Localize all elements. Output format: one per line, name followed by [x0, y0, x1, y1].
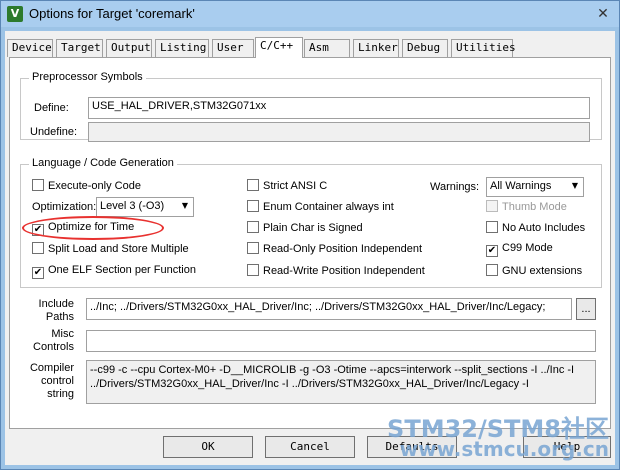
strict-ansi-label: Strict ANSI C — [263, 180, 328, 192]
include-label-line2: Paths — [45, 311, 74, 323]
checkbox-box — [247, 200, 259, 212]
define-label: Define: — [34, 102, 69, 114]
cancel-button[interactable]: Cancel — [265, 436, 355, 458]
undefine-label: Undefine: — [30, 126, 78, 138]
gnu-extensions-label: GNU extensions — [502, 265, 583, 277]
include-paths-input[interactable]: ../Inc; ../Drivers/STM32G0xx_HAL_Driver/… — [86, 298, 572, 320]
include-paths-label: Include Paths — [30, 298, 74, 324]
check-icon: ✔ — [32, 267, 44, 279]
include-label-line1: Include — [38, 298, 74, 310]
title-bar[interactable]: V Options for Target 'coremark' ✕ — [1, 1, 619, 27]
checkbox-box — [32, 242, 44, 254]
misc-label-line1: Misc — [51, 328, 74, 340]
misc-controls-input[interactable] — [86, 330, 596, 352]
checkbox-box — [486, 264, 498, 276]
check-icon: ✔ — [486, 245, 498, 257]
checkbox-box — [32, 179, 44, 191]
preprocessor-legend: Preprocessor Symbols — [29, 71, 146, 83]
optimize-time-label: Optimize for Time — [48, 221, 135, 233]
check-icon: ✔ — [32, 224, 44, 236]
plain-char-label: Plain Char is Signed — [263, 222, 363, 234]
window-title: Options for Target 'coremark' — [29, 6, 195, 21]
compiler-label-line3: string — [47, 388, 74, 400]
rw-position-label: Read-Write Position Independent — [263, 265, 425, 277]
language-legend: Language / Code Generation — [29, 157, 177, 169]
execute-only-label: Execute-only Code — [48, 180, 141, 192]
c-cpp-panel: Preprocessor Symbols Define: USE_HAL_DRI… — [9, 57, 611, 429]
rw-position-checkbox[interactable]: Read-Write Position Independent — [247, 264, 425, 277]
compiler-label-line2: control — [40, 375, 74, 387]
uvision-icon: V — [7, 6, 23, 22]
tab-c-cpp[interactable]: C/C++ — [255, 37, 303, 58]
checkbox-box — [247, 242, 259, 254]
include-paths-browse-button[interactable]: ... — [576, 298, 596, 320]
tab-utilities[interactable]: Utilities — [451, 39, 516, 57]
no-auto-includes-label: No Auto Includes — [502, 222, 586, 234]
misc-label-line2: Controls — [33, 341, 74, 353]
no-auto-includes-checkbox[interactable]: No Auto Includes — [486, 221, 585, 234]
compiler-string-textarea[interactable]: --c99 -c --cpu Cortex-M0+ -D__MICROLIB -… — [86, 360, 596, 404]
execute-only-checkbox[interactable]: Execute-only Code — [32, 179, 141, 192]
watermark-line2: www.stmcu.org.cn — [399, 437, 609, 461]
tab-asm[interactable]: Asm — [304, 39, 350, 57]
strict-ansi-checkbox[interactable]: Strict ANSI C — [247, 179, 327, 192]
tab-target[interactable]: Target — [56, 39, 103, 57]
dialog-client: Device Target Output Listing User C/C++ … — [5, 31, 615, 465]
one-elf-label: One ELF Section per Function — [48, 264, 196, 276]
optimization-select[interactable]: Level 3 (-O3) ▼ — [96, 197, 194, 217]
define-input[interactable]: USE_HAL_DRIVER,STM32G071xx — [88, 97, 590, 119]
compiler-string-line1: --c99 -c --cpu Cortex-M0+ -D__MICROLIB -… — [90, 364, 575, 376]
ok-button[interactable]: OK — [163, 436, 253, 458]
thumb-mode-label: Thumb Mode — [502, 201, 567, 213]
tab-listing[interactable]: Listing — [155, 39, 209, 57]
compiler-string-label: Compiler control string — [24, 362, 74, 401]
plain-char-checkbox[interactable]: Plain Char is Signed — [247, 221, 363, 234]
undefine-input[interactable] — [88, 122, 590, 142]
ro-position-checkbox[interactable]: Read-Only Position Independent — [247, 242, 422, 255]
checkbox-box — [486, 200, 498, 212]
checkbox-box — [247, 179, 259, 191]
checkbox-box — [486, 221, 498, 233]
chevron-down-icon: ▼ — [571, 181, 579, 190]
chevron-down-icon: ▼ — [181, 201, 189, 210]
optimization-value: Level 3 (-O3) — [100, 200, 165, 212]
compiler-string-line2: ../Drivers/STM32G0xx_HAL_Driver/Inc -I .… — [90, 378, 529, 390]
checkbox-box — [247, 221, 259, 233]
enum-container-checkbox[interactable]: Enum Container always int — [247, 200, 394, 213]
one-elf-checkbox[interactable]: ✔ One ELF Section per Function — [32, 264, 196, 279]
tab-debug[interactable]: Debug — [402, 39, 448, 57]
split-load-label: Split Load and Store Multiple — [48, 243, 189, 255]
warnings-label: Warnings: — [430, 181, 480, 193]
split-load-checkbox[interactable]: Split Load and Store Multiple — [32, 242, 189, 255]
tab-linker[interactable]: Linker — [353, 39, 399, 57]
c99-mode-label: C99 Mode — [502, 242, 553, 254]
options-dialog: V Options for Target 'coremark' ✕ Device… — [0, 0, 620, 470]
tab-user[interactable]: User — [212, 39, 254, 57]
tab-output[interactable]: Output — [106, 39, 152, 57]
warnings-select[interactable]: All Warnings ▼ — [486, 177, 584, 197]
compiler-label-line1: Compiler — [29, 362, 74, 374]
warnings-value: All Warnings — [490, 180, 552, 192]
enum-container-label: Enum Container always int — [263, 201, 394, 213]
optimization-label: Optimization: — [32, 201, 97, 213]
misc-controls-label: Misc Controls — [30, 328, 74, 354]
checkbox-box — [247, 264, 259, 276]
close-icon[interactable]: ✕ — [593, 4, 613, 24]
ro-position-label: Read-Only Position Independent — [263, 243, 422, 255]
thumb-mode-checkbox[interactable]: Thumb Mode — [486, 200, 567, 213]
tab-device[interactable]: Device — [7, 39, 53, 57]
gnu-extensions-checkbox[interactable]: GNU extensions — [486, 264, 582, 277]
optimize-time-checkbox[interactable]: ✔ Optimize for Time — [32, 221, 134, 236]
c99-mode-checkbox[interactable]: ✔ C99 Mode — [486, 242, 553, 257]
